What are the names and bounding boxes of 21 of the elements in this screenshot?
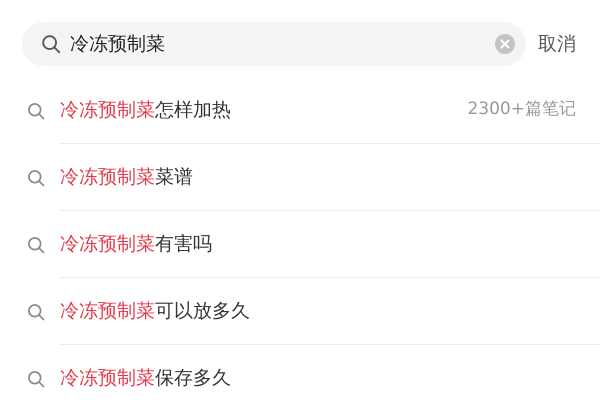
note-count: 2300+篇笔记: [467, 98, 576, 122]
search-icon: [26, 100, 46, 120]
search-field[interactable]: 冷冻预制菜: [22, 22, 526, 66]
suggestion-item[interactable]: 冷冻预制菜有害吗: [0, 211, 600, 278]
suggestion-item[interactable]: 冷冻预制菜菜谱: [0, 144, 600, 211]
search-icon: [26, 368, 46, 388]
search-icon: [26, 302, 46, 322]
suggestion-item[interactable]: 冷冻预制菜可以放多久: [0, 278, 600, 345]
search-icon: [26, 168, 46, 188]
suggestion-text: 冷冻预制菜菜谱: [60, 164, 194, 190]
clear-icon[interactable]: [494, 33, 516, 55]
suggestion-text: 冷冻预制菜可以放多久: [60, 298, 251, 324]
cancel-button[interactable]: 取消: [538, 30, 576, 58]
suggestion-item[interactable]: 冷冻预制菜怎样加热 2300+篇笔记: [0, 77, 600, 144]
suggestion-item[interactable]: 冷冻预制菜保存多久: [0, 345, 600, 409]
suggestion-text: 冷冻预制菜有害吗: [60, 232, 213, 257]
suggestion-text: 冷冻预制菜保存多久: [60, 366, 232, 392]
search-icon: [40, 33, 62, 55]
search-icon: [26, 234, 46, 254]
search-input[interactable]: 冷冻预制菜: [70, 30, 486, 58]
suggestion-text: 冷冻预制菜怎样加热: [60, 98, 232, 123]
